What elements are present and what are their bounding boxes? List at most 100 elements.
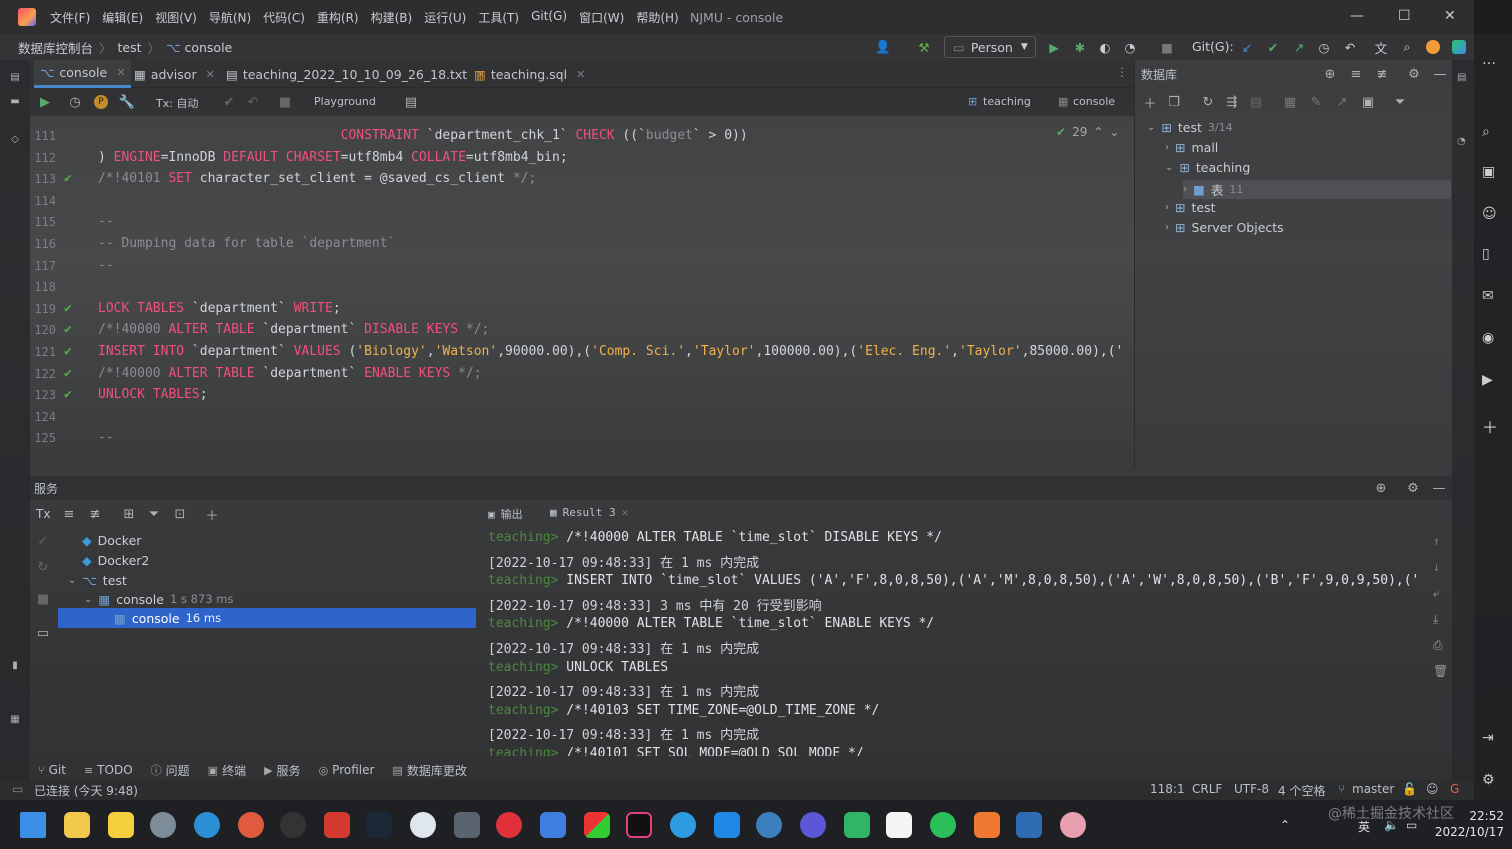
debug-icon[interactable]: ✱ — [1071, 38, 1089, 56]
rerun-icon[interactable]: ↻ — [34, 558, 52, 576]
explain-plan-icon[interactable]: P — [94, 95, 108, 109]
service-item[interactable]: ⌄ ⌥ test — [68, 570, 127, 590]
project-tool-icon[interactable]: ▤ — [6, 68, 24, 86]
user-icon[interactable]: 👤 — [874, 38, 892, 56]
menu-item[interactable]: 帮助(H) — [630, 9, 684, 26]
target-icon[interactable]: ⊕ — [1321, 65, 1339, 83]
folder-icon[interactable]: ▬ — [6, 92, 24, 110]
group-icon[interactable]: ⊞ — [120, 505, 138, 523]
qq-icon[interactable] — [280, 812, 306, 838]
console-icon[interactable]: ▣ — [1359, 93, 1377, 111]
profile-icon[interactable]: ◔ — [1121, 38, 1139, 56]
output-table-icon[interactable]: ▤ — [402, 93, 420, 111]
bottom-tab[interactable]: ▤ 数据库更改 — [392, 762, 466, 779]
pdf-icon[interactable] — [974, 812, 1000, 838]
stop-icon[interactable]: ■ — [1158, 38, 1176, 56]
menu-item[interactable]: 代码(C) — [257, 9, 311, 26]
plugin-icon[interactable] — [1452, 40, 1466, 54]
netease-music-icon[interactable] — [496, 812, 522, 838]
build-hammer-icon[interactable]: ⚒ — [915, 38, 933, 56]
settings-wrench-icon[interactable]: 🔧 — [118, 93, 136, 111]
bottom-tab[interactable]: ▶ 服务 — [264, 762, 300, 779]
photos-icon[interactable] — [454, 812, 480, 838]
chrome-icon[interactable] — [238, 812, 264, 838]
service-item[interactable]: ▦ console 16 ms — [58, 608, 476, 628]
breadcrumb-file[interactable]: console — [184, 40, 232, 55]
bottom-tab[interactable]: ⓘ 问题 — [151, 762, 190, 779]
client-icon[interactable] — [800, 812, 826, 838]
menu-item[interactable]: 工具(T) — [472, 9, 525, 26]
tabs-more-icon[interactable]: ⋮ — [1116, 65, 1128, 79]
close-tab-icon[interactable]: ✕ — [622, 506, 629, 519]
schema-select[interactable]: teaching — [983, 95, 1031, 108]
menu-item[interactable]: 视图(V) — [149, 9, 203, 26]
intellij-icon[interactable] — [626, 812, 652, 838]
inspector-icon[interactable]: ☺ — [1426, 782, 1439, 796]
minimize-button[interactable]: — — [1350, 8, 1364, 24]
db-tree-item[interactable]: › ■ 表 11 — [1183, 180, 1451, 199]
rollback-icon[interactable]: ↶ — [1341, 38, 1359, 56]
avatar-app-icon[interactable] — [1060, 812, 1086, 838]
git-branch[interactable]: master — [1352, 782, 1394, 796]
cancel-icon[interactable]: ■ — [276, 93, 294, 111]
git-commit-icon[interactable]: ✔ — [1264, 38, 1282, 56]
new-tab-icon[interactable]: ⊡ — [171, 505, 189, 523]
db-tree-item[interactable]: › ⊞ test — [1165, 200, 1216, 215]
more-icon[interactable]: … — [1482, 52, 1496, 68]
service-item[interactable]: ⌄ ▦ console 1 s 873 ms — [84, 589, 233, 609]
sticky-notes-icon[interactable] — [108, 812, 134, 838]
spotify-icon[interactable]: ◉ — [1482, 330, 1494, 346]
update-icon[interactable] — [1426, 40, 1440, 54]
session-select[interactable]: console — [1073, 95, 1115, 108]
stop-icon[interactable]: ▤ — [1247, 93, 1265, 111]
edit-icon[interactable]: ✎ — [1307, 93, 1325, 111]
commit-tool-icon[interactable]: ◇ — [6, 130, 24, 148]
bottom-tab[interactable]: ◎ Profiler — [319, 763, 375, 777]
sidebar-toggle-icon[interactable]: ⇥ — [1482, 730, 1494, 746]
hide-panel-icon[interactable]: — — [1430, 479, 1448, 497]
playground-select[interactable]: Playground — [314, 95, 376, 108]
filter-icon[interactable]: ⏷ — [145, 505, 163, 523]
db-tree-item[interactable]: ⌄ ⊞ teaching — [1165, 160, 1250, 175]
line-ending[interactable]: CRLF — [1192, 782, 1222, 796]
baidu-disk-icon[interactable] — [540, 812, 566, 838]
menu-item[interactable]: 运行(U) — [418, 9, 472, 26]
tab-dump-txt[interactable]: ▤ teaching_2022_10_10_09_26_18.txt ✕ — [220, 60, 491, 88]
run-config-select[interactable]: ▭ Person ▼ — [944, 36, 1036, 58]
execute-icon[interactable]: ▶ — [36, 93, 54, 111]
tx-icon[interactable]: Tx — [36, 507, 50, 521]
start-icon[interactable] — [20, 812, 46, 838]
chevron-right-icon[interactable]: › — [1165, 222, 1169, 233]
structure-icon[interactable]: ▦ — [6, 710, 24, 728]
terminal-app-icon[interactable] — [1016, 812, 1042, 838]
hide-panel-icon[interactable]: — — [1431, 65, 1449, 83]
db-tree-item[interactable]: › ⊞ mall — [1165, 140, 1218, 155]
expand-all-icon[interactable]: ≡ — [60, 505, 78, 523]
stop-icon[interactable]: ■ — [34, 590, 52, 608]
db-tree-item[interactable]: › ⊞ Server Objects — [1165, 220, 1284, 235]
google-icon[interactable]: G — [1450, 782, 1459, 796]
search-icon[interactable]: ⌕ — [1398, 38, 1416, 56]
browser-icon[interactable] — [670, 812, 696, 838]
db-tree-item[interactable]: ⌄ ⊞ test 3/14 — [1147, 120, 1233, 135]
indent[interactable]: 4 个空格 — [1278, 782, 1325, 799]
print-icon[interactable]: ⎙ — [1433, 638, 1443, 653]
close-tab-icon[interactable]: ✕ — [576, 68, 585, 81]
chevron-right-icon[interactable]: › — [1165, 202, 1169, 213]
database-tool-icon[interactable]: ▤ — [1457, 72, 1466, 83]
sync-schema-icon[interactable]: ⇶ — [1223, 93, 1241, 111]
jump-icon[interactable]: ↗ — [1333, 93, 1351, 111]
service-item[interactable]: ◆ Docker2 — [82, 550, 149, 570]
tab-advisor[interactable]: ▦ advisor ✕ — [128, 60, 221, 88]
chevron-down-icon[interactable]: ⌄ — [68, 575, 76, 586]
notifications-icon[interactable]: ◔ — [1457, 136, 1466, 147]
menu-item[interactable]: 编辑(E) — [96, 9, 149, 26]
gear-icon[interactable]: ⚙ — [1405, 65, 1423, 83]
outlook-icon[interactable]: ✉ — [1482, 288, 1494, 304]
scroll-end-icon[interactable]: ⤓ — [1433, 612, 1438, 627]
rollback-icon[interactable]: ↶ — [244, 93, 262, 111]
code-editor[interactable]: CONSTRAINT `department_chk_1` CHECK ((`b… — [98, 116, 1134, 448]
scroll-down-icon[interactable]: ↓ — [1433, 560, 1440, 574]
bottom-tab[interactable]: ▣ 终端 — [208, 762, 246, 779]
edge-icon[interactable] — [194, 812, 220, 838]
